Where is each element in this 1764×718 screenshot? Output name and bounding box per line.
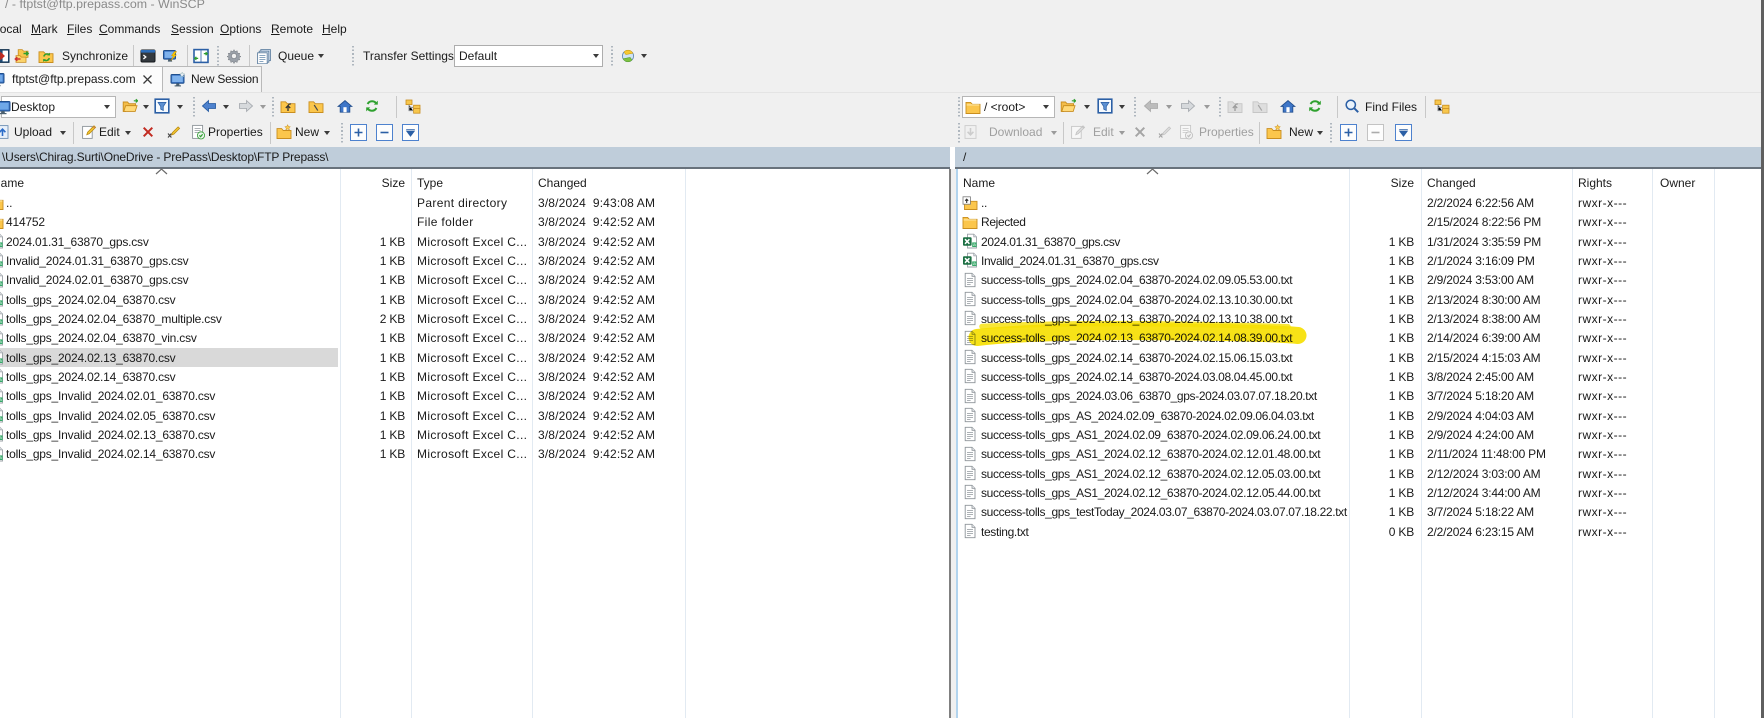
svg-text:a: a <box>973 242 976 247</box>
svg-text:a: a <box>973 262 976 267</box>
